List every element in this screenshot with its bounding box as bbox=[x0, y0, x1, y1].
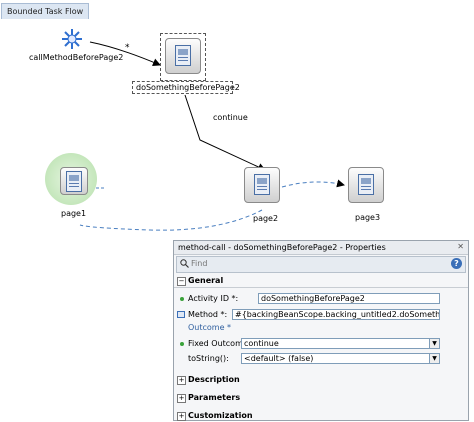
section-general-label: General bbox=[188, 276, 224, 285]
required-dot-icon bbox=[180, 297, 184, 301]
outcome-group-row: Outcome * bbox=[174, 322, 468, 336]
tostring-select[interactable]: <default> (false) ▼ bbox=[241, 353, 440, 364]
expand-icon[interactable]: + bbox=[177, 412, 186, 421]
page2-label: page2 bbox=[253, 214, 279, 223]
method-activity-icon bbox=[175, 45, 191, 66]
page3-label: page3 bbox=[355, 213, 381, 222]
default-activity-marker: * bbox=[125, 43, 130, 53]
activity-id-label: Activity ID *: bbox=[188, 294, 239, 303]
method-call-label: callMethodBeforePage2 bbox=[29, 53, 124, 62]
fixed-outcome-select[interactable]: continue ▼ bbox=[241, 338, 440, 349]
outcome-group-label: Outcome * bbox=[188, 323, 232, 332]
find-bar: ? bbox=[176, 256, 466, 273]
required-dot-icon bbox=[180, 342, 184, 346]
find-input[interactable] bbox=[191, 258, 431, 269]
activity-label[interactable]: doSomethingBeforePage2 bbox=[136, 83, 240, 92]
expand-icon[interactable]: + bbox=[177, 394, 186, 403]
section-description[interactable]: + Description bbox=[174, 373, 468, 386]
activity-id-field[interactable]: doSomethingBeforePage2 bbox=[258, 293, 440, 304]
method-label: Method *: bbox=[188, 310, 228, 319]
section-description-label: Description bbox=[188, 375, 240, 384]
dropdown-arrow-icon[interactable]: ▼ bbox=[429, 339, 439, 348]
activity-node-do-something[interactable] bbox=[165, 38, 201, 74]
tostring-row: toString(): <default> (false) ▼ bbox=[174, 352, 468, 366]
edge-page2-to-page3 bbox=[281, 179, 345, 188]
page-icon bbox=[66, 171, 82, 192]
method-call-icon[interactable] bbox=[61, 28, 83, 50]
activity-id-row: Activity ID *: doSomethingBeforePage2 bbox=[174, 292, 468, 306]
panel-title: method-call - doSomethingBeforePage2 - P… bbox=[174, 241, 468, 255]
method-row: Method *: #{backingBeanScope.backing_unt… bbox=[174, 308, 468, 322]
dropdown-arrow-icon[interactable]: ▼ bbox=[429, 354, 439, 363]
continue-edge-label: continue bbox=[213, 113, 248, 122]
section-customization-label: Customization bbox=[188, 411, 253, 420]
properties-panel: method-call - doSomethingBeforePage2 - P… bbox=[173, 240, 469, 421]
section-customization[interactable]: + Customization bbox=[174, 409, 468, 422]
page2-node[interactable] bbox=[244, 167, 280, 203]
help-icon[interactable]: ? bbox=[451, 258, 462, 269]
search-icon bbox=[180, 259, 189, 268]
page-icon bbox=[358, 174, 374, 195]
page-icon bbox=[254, 174, 270, 195]
page1-node[interactable] bbox=[60, 167, 88, 195]
page1-label: page1 bbox=[61, 209, 87, 218]
expand-icon[interactable]: + bbox=[177, 376, 186, 385]
tostring-value: <default> (false) bbox=[244, 354, 314, 363]
section-general[interactable]: − General bbox=[174, 274, 468, 288]
edge-continue bbox=[184, 94, 266, 171]
fixed-outcome-value: continue bbox=[244, 339, 279, 348]
tostring-label: toString(): bbox=[188, 354, 229, 363]
page3-node[interactable] bbox=[348, 167, 384, 203]
section-parameters-label: Parameters bbox=[188, 393, 241, 402]
edge-page2-to-page1 bbox=[79, 209, 263, 231]
section-parameters[interactable]: + Parameters bbox=[174, 391, 468, 404]
method-field[interactable]: #{backingBeanScope.backing_untitled2.doS… bbox=[232, 309, 440, 320]
collapse-icon[interactable]: − bbox=[177, 277, 186, 286]
fixed-outcome-row: Fixed Outcome: continue ▼ bbox=[174, 337, 468, 351]
method-icon bbox=[177, 311, 185, 318]
close-icon[interactable]: ✕ bbox=[457, 242, 464, 251]
